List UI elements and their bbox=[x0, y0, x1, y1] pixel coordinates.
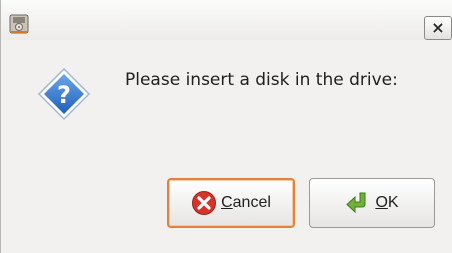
title-bar: × bbox=[1, 0, 452, 40]
insert-disk-dialog: × ? Please insert a disk in the drive: C… bbox=[0, 0, 452, 253]
dialog-message: Please insert a disk in the drive: bbox=[125, 70, 398, 90]
ok-arrow-icon bbox=[346, 192, 366, 214]
svg-text:?: ? bbox=[57, 81, 71, 109]
cancel-button[interactable]: Cancel bbox=[167, 178, 295, 228]
cancel-icon bbox=[192, 191, 217, 215]
cancel-label: Cancel bbox=[221, 194, 271, 211]
ok-button[interactable]: OK bbox=[309, 178, 435, 228]
question-icon: ? bbox=[37, 67, 91, 121]
ok-label: OK bbox=[375, 194, 399, 211]
close-button[interactable]: × bbox=[424, 16, 452, 40]
disk-drive-icon bbox=[9, 14, 29, 34]
